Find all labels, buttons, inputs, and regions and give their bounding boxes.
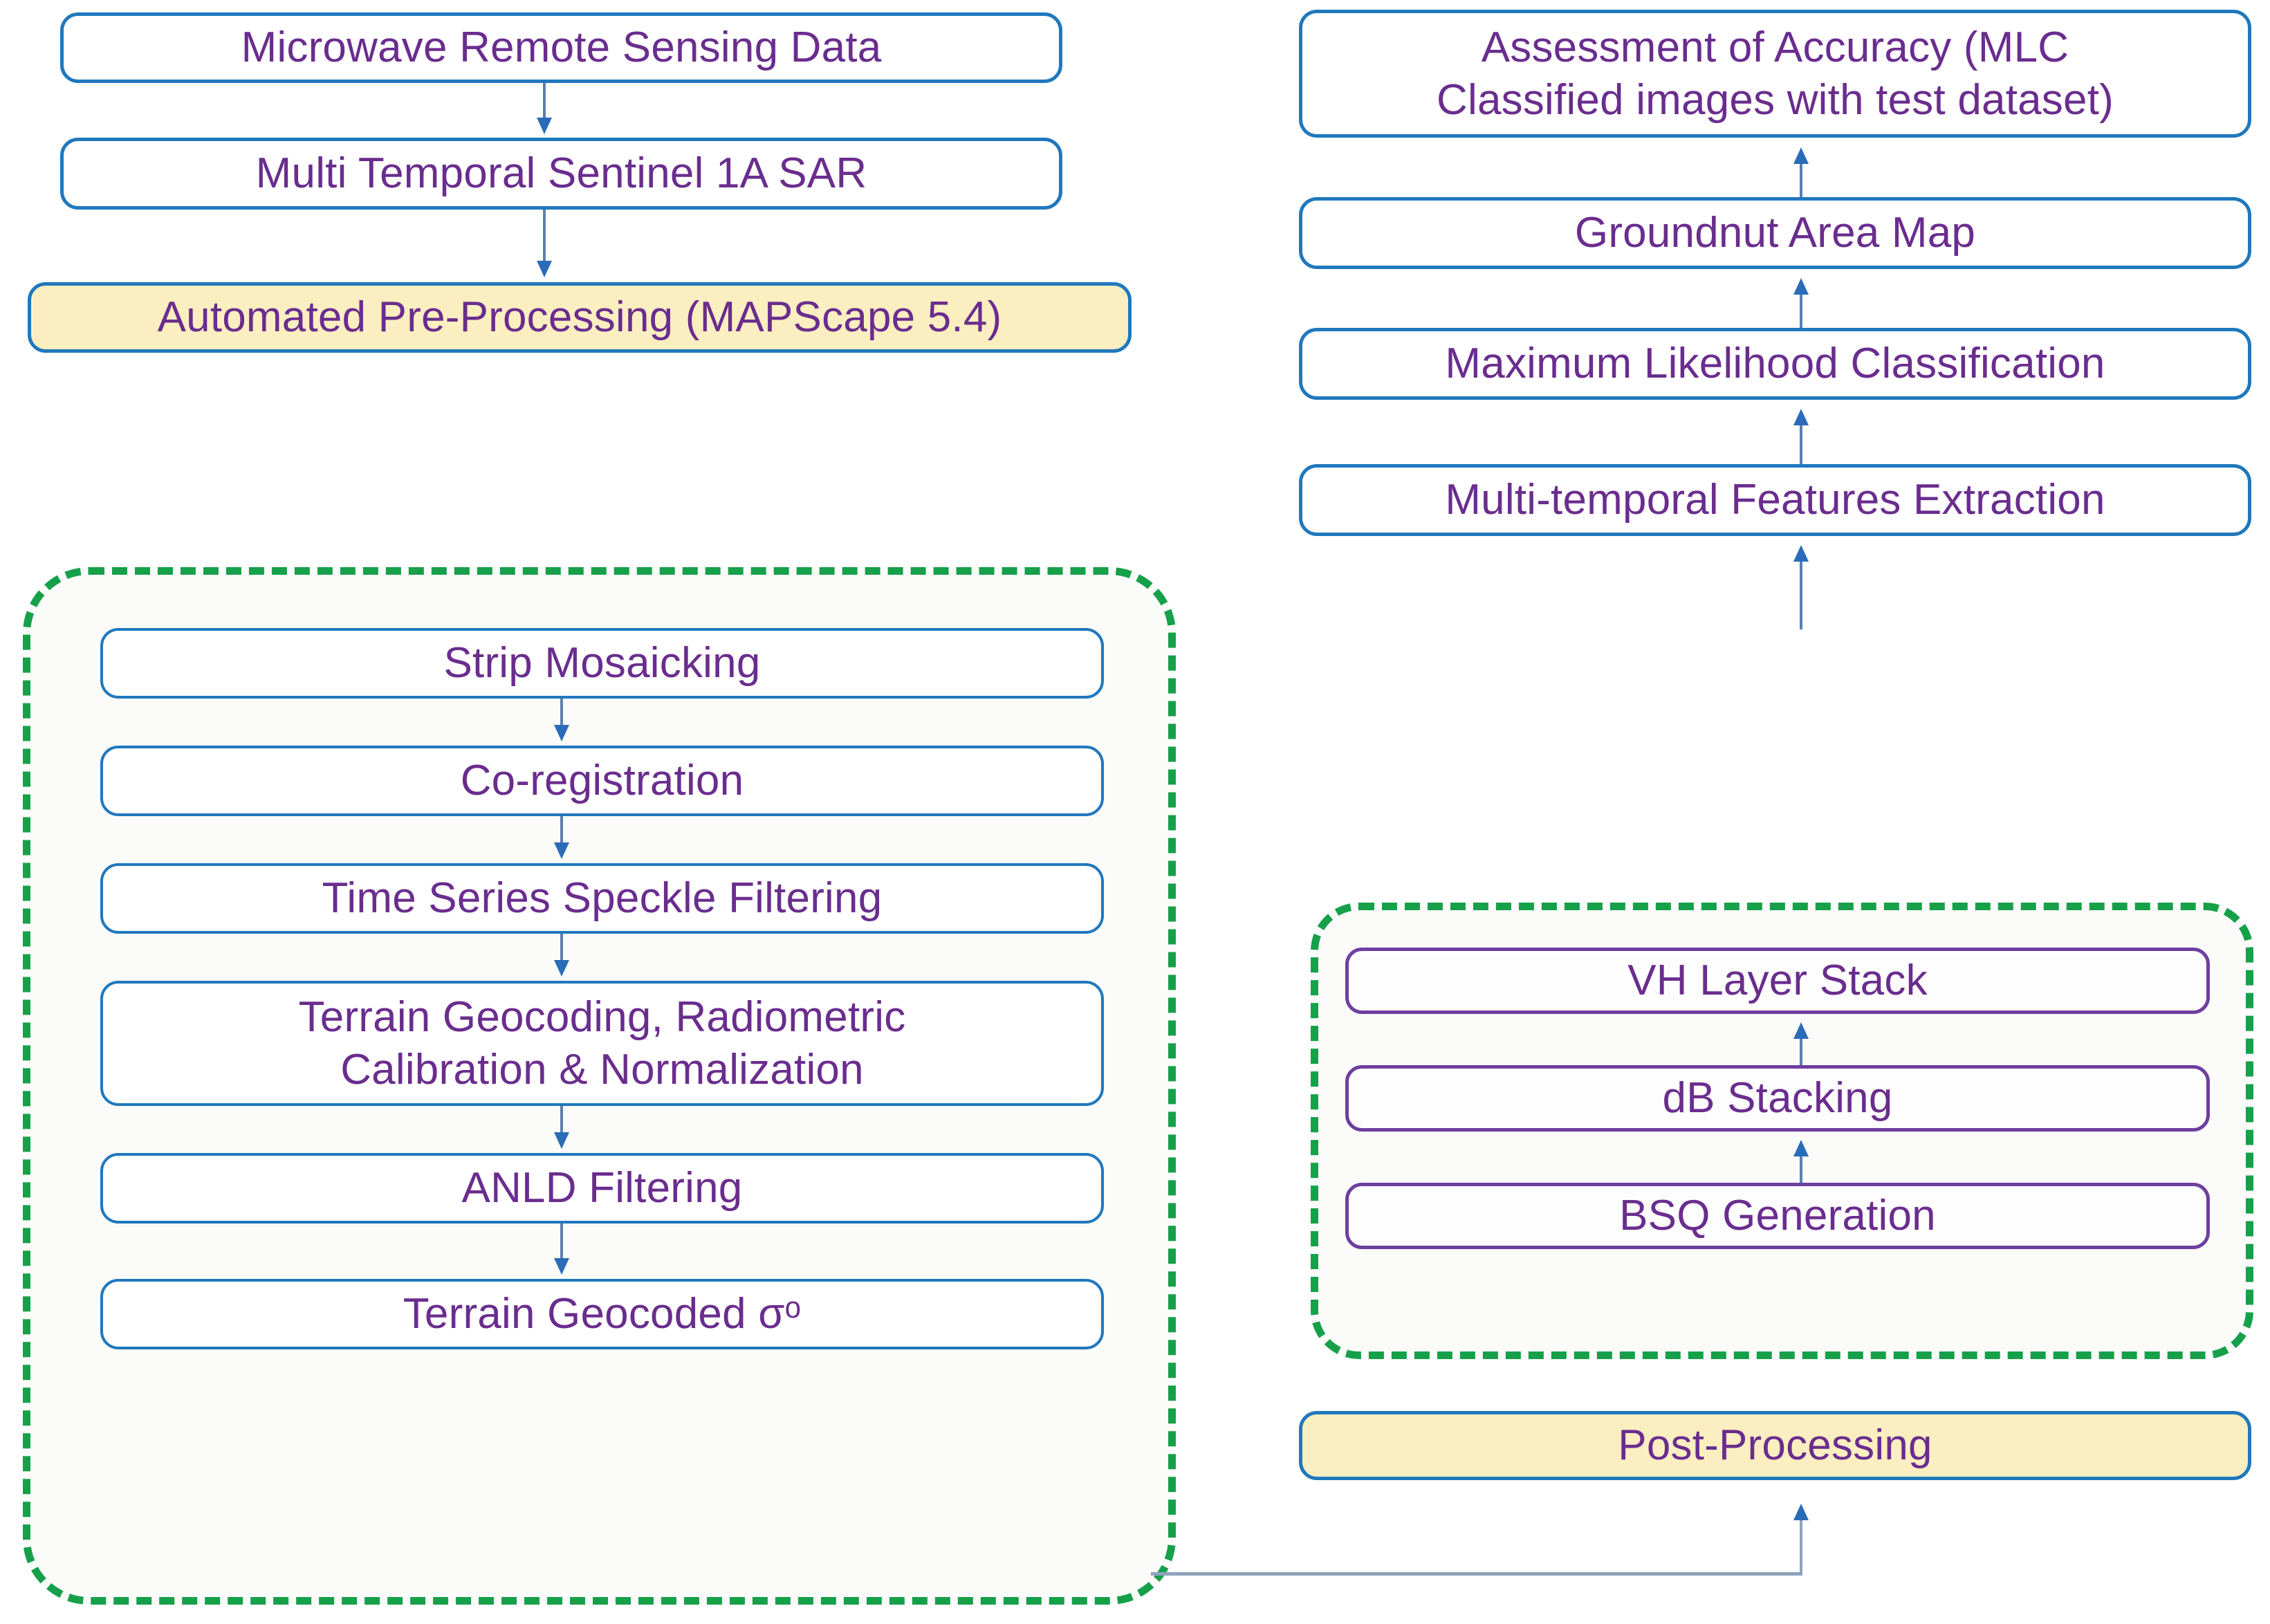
node-label-line-2: Calibration & Normalization [340,1045,864,1094]
node-label: ANLD Filtering [461,1164,743,1212]
node-label: Post-Processing [1618,1421,1932,1470]
arrowhead-up-icon [1793,1140,1809,1156]
arrowhead-up-icon [1793,1504,1809,1520]
node-post-processing[interactable]: Post-Processing [1299,1411,2251,1480]
node-vh-layer-stack[interactable]: VH Layer Stack [1345,948,2210,1014]
connector-line [543,210,546,265]
node-label: Multi Temporal Sentinel 1A SAR [255,149,867,198]
node-co-registration[interactable]: Co-registration [100,746,1104,816]
connector-line [560,1224,563,1262]
node-bsq-generation[interactable]: BSQ Generation [1345,1183,2210,1249]
node-automated-pre-processing[interactable]: Automated Pre-Processing (MAPScape 5.4) [28,282,1132,353]
node-multi-temporal-sentinel-1a-sar[interactable]: Multi Temporal Sentinel 1A SAR [60,138,1062,210]
node-label: Terrain Geocoded σᵒ [403,1290,802,1338]
node-groundnut-area-map[interactable]: Groundnut Area Map [1299,197,2251,269]
node-label: Maximum Likelihood Classification [1445,340,2105,388]
node-multi-temporal-features-extraction[interactable]: Multi-temporal Features Extraction [1299,464,2251,536]
arrowhead-down-icon [554,960,569,977]
arrowhead-down-icon [554,725,569,741]
node-label-line-1: Assessment of Accuracy (MLC [1481,23,2069,71]
connector-line [1800,560,1802,629]
arrowhead-up-icon [1793,545,1809,562]
connector-line [1800,424,1802,464]
node-label: BSQ Generation [1619,1192,1936,1240]
node-microwave-remote-sensing-data[interactable]: Microwave Remote Sensing Data [60,12,1062,83]
node-label: Strip Mosaicking [443,639,761,688]
node-label: Groundnut Area Map [1574,209,1976,257]
arrowhead-up-icon [1793,147,1809,164]
node-label: Time Series Speckle Filtering [322,874,883,923]
connector-line [1800,293,1802,328]
node-label: Multi-temporal Features Extraction [1445,476,2105,524]
flowchart-canvas: Microwave Remote Sensing Data Multi Temp… [0,0,2270,1624]
node-label: dB Stacking [1662,1074,1893,1123]
cross-connector-line [1151,1572,1802,1576]
node-label: Microwave Remote Sensing Data [241,24,882,72]
arrowhead-down-icon [537,261,552,277]
connector-line [1800,1155,1802,1183]
arrowhead-down-icon [554,842,569,859]
node-assessment-of-accuracy[interactable]: Assessment of Accuracy (MLC Classified i… [1299,10,2251,138]
node-label-line-1: Terrain Geocoding, Radiometric [298,993,906,1041]
cross-connector-riser [1800,1519,1802,1574]
node-anld-filtering[interactable]: ANLD Filtering [100,1153,1104,1224]
node-terrain-geocoded-sigma-nought[interactable]: Terrain Geocoded σᵒ [100,1279,1104,1349]
node-db-stacking[interactable]: dB Stacking [1345,1065,2210,1132]
node-label-line-2: Classified images with test dataset) [1437,75,2114,124]
node-strip-mosaicking[interactable]: Strip Mosaicking [100,628,1104,699]
connector-line [543,83,546,122]
node-terrain-geocoding-radiometric-calibration-normalization[interactable]: Terrain Geocoding, Radiometric Calibrati… [100,981,1104,1106]
node-label: VH Layer Stack [1627,957,1928,1005]
arrowhead-up-icon [1793,409,1809,425]
arrowhead-up-icon [1793,1022,1809,1039]
arrowhead-down-icon [537,118,552,134]
arrowhead-down-icon [554,1132,569,1149]
node-maximum-likelihood-classification[interactable]: Maximum Likelihood Classification [1299,328,2251,400]
connector-line [1800,1037,1802,1065]
arrowhead-up-icon [1793,278,1809,295]
node-label: Automated Pre-Processing (MAPScape 5.4) [157,293,1002,342]
node-time-series-speckle-filtering[interactable]: Time Series Speckle Filtering [100,863,1104,934]
node-label: Co-registration [460,757,744,805]
arrowhead-down-icon [554,1258,569,1275]
connector-line [1800,163,1802,197]
